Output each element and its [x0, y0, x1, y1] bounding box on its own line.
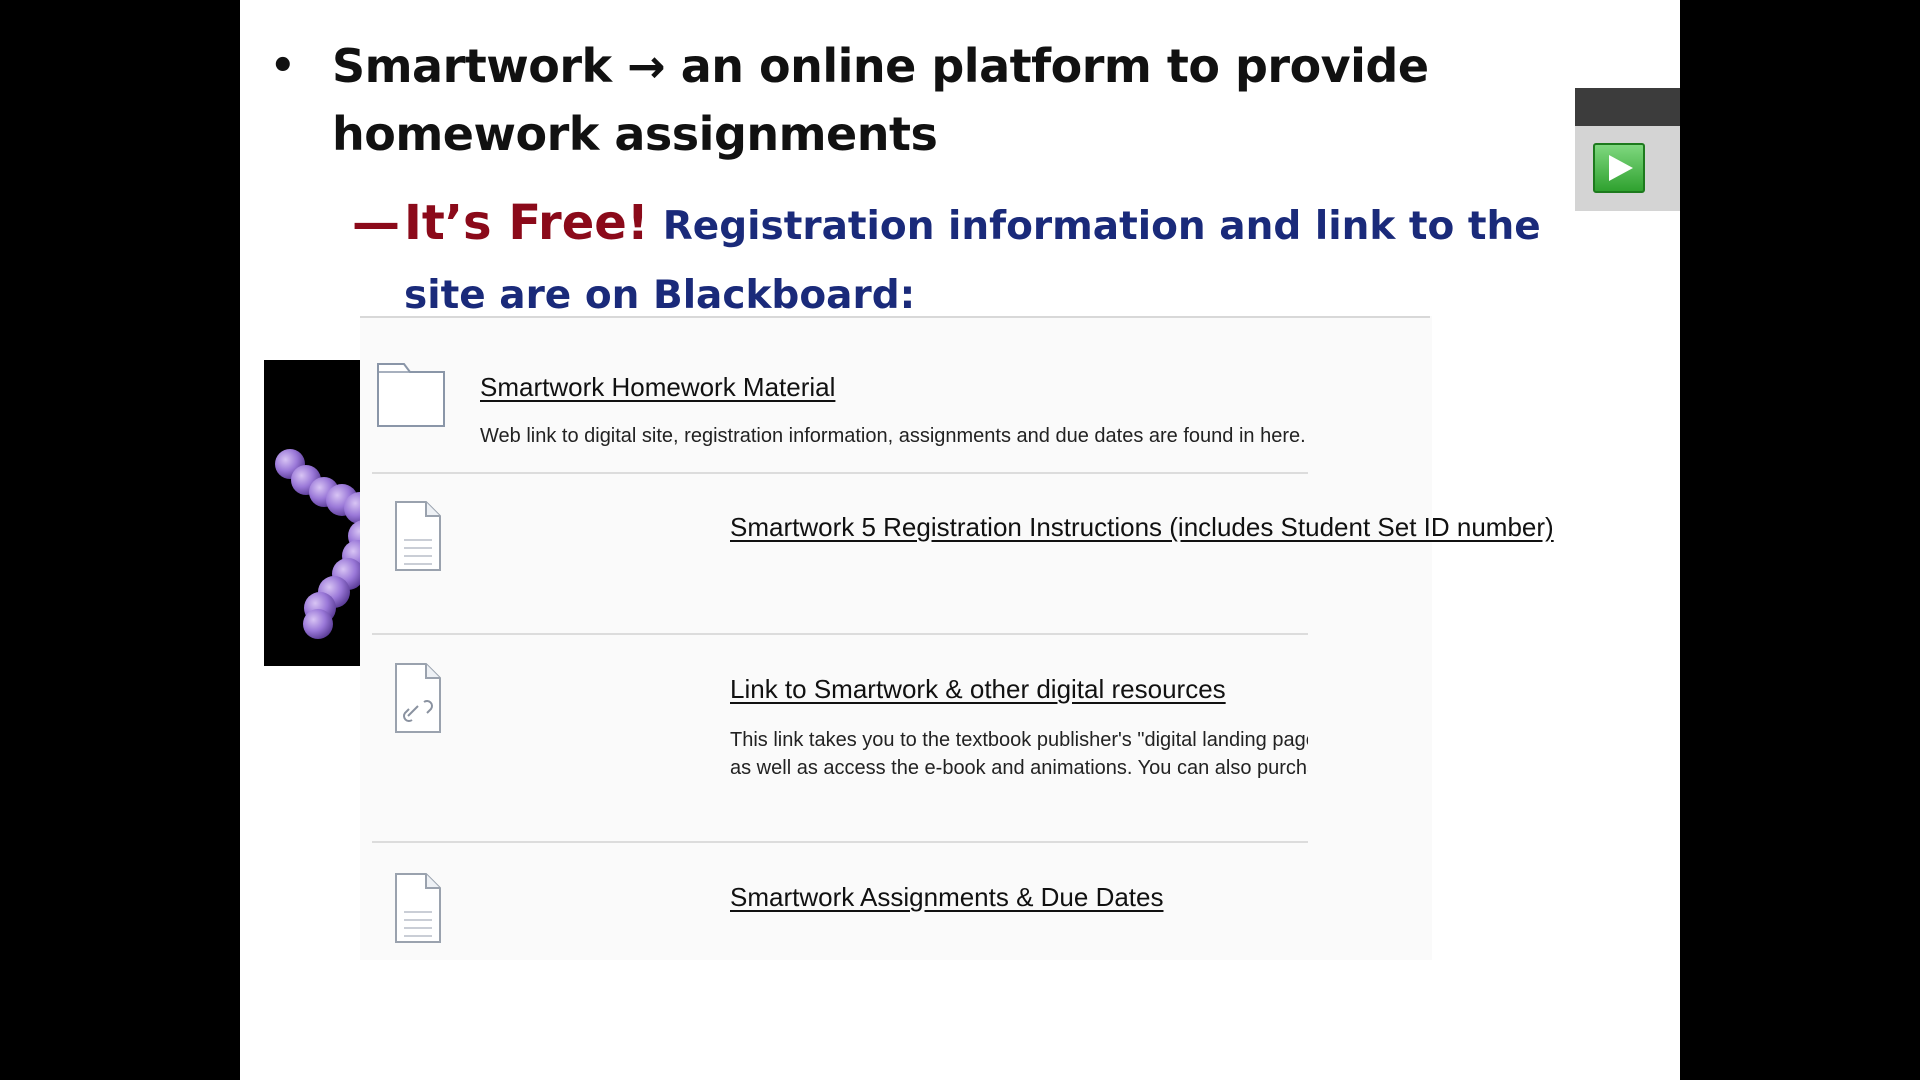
player-top-bar [1575, 88, 1680, 126]
document-icon [394, 500, 442, 576]
sub-bullet-content: It’s Free! Registration information and l… [404, 192, 1614, 334]
assignments-due-dates-link[interactable]: Smartwork Assignments & Due Dates [730, 882, 1164, 913]
bullet-symbol: • [270, 43, 296, 89]
document-icon [394, 872, 442, 948]
separator [372, 841, 1308, 843]
bullet-text: Smartwork → an online platform to provid… [332, 39, 1429, 161]
panel-top-rule [360, 316, 1430, 318]
content-item-homework-material: Smartwork Homework Material Web link to … [360, 326, 1432, 476]
content-item-assignments-due-dates: Smartwork Assignments & Due Dates [360, 844, 1432, 960]
blackboard-content-panel: Smartwork Homework Material Web link to … [360, 316, 1554, 960]
separator [372, 472, 1308, 474]
play-button[interactable] [1593, 143, 1645, 193]
media-player-widget [1575, 88, 1680, 211]
content-item-registration-instructions: Smartwork 5 Registration Instructions (i… [360, 476, 1554, 636]
link-document-icon [394, 662, 442, 738]
folder-icon [376, 356, 446, 432]
play-icon [1609, 155, 1633, 181]
digital-resources-description-line2: as well as access the e-book and animati… [730, 757, 1308, 779]
registration-instructions-link[interactable]: Smartwork 5 Registration Instructions (i… [730, 512, 1554, 543]
homework-material-description: Web link to digital site, registration i… [480, 425, 1306, 447]
free-text: It’s Free! [404, 195, 649, 251]
sub-dash: — [352, 195, 400, 251]
separator [372, 633, 1308, 635]
content-item-digital-resources: Link to Smartwork & other digital resour… [360, 636, 1432, 842]
homework-material-link[interactable]: Smartwork Homework Material [480, 372, 835, 403]
digital-resources-link[interactable]: Link to Smartwork & other digital resour… [730, 674, 1226, 705]
digital-resources-description-line1: This link takes you to the textbook publ… [730, 729, 1308, 751]
